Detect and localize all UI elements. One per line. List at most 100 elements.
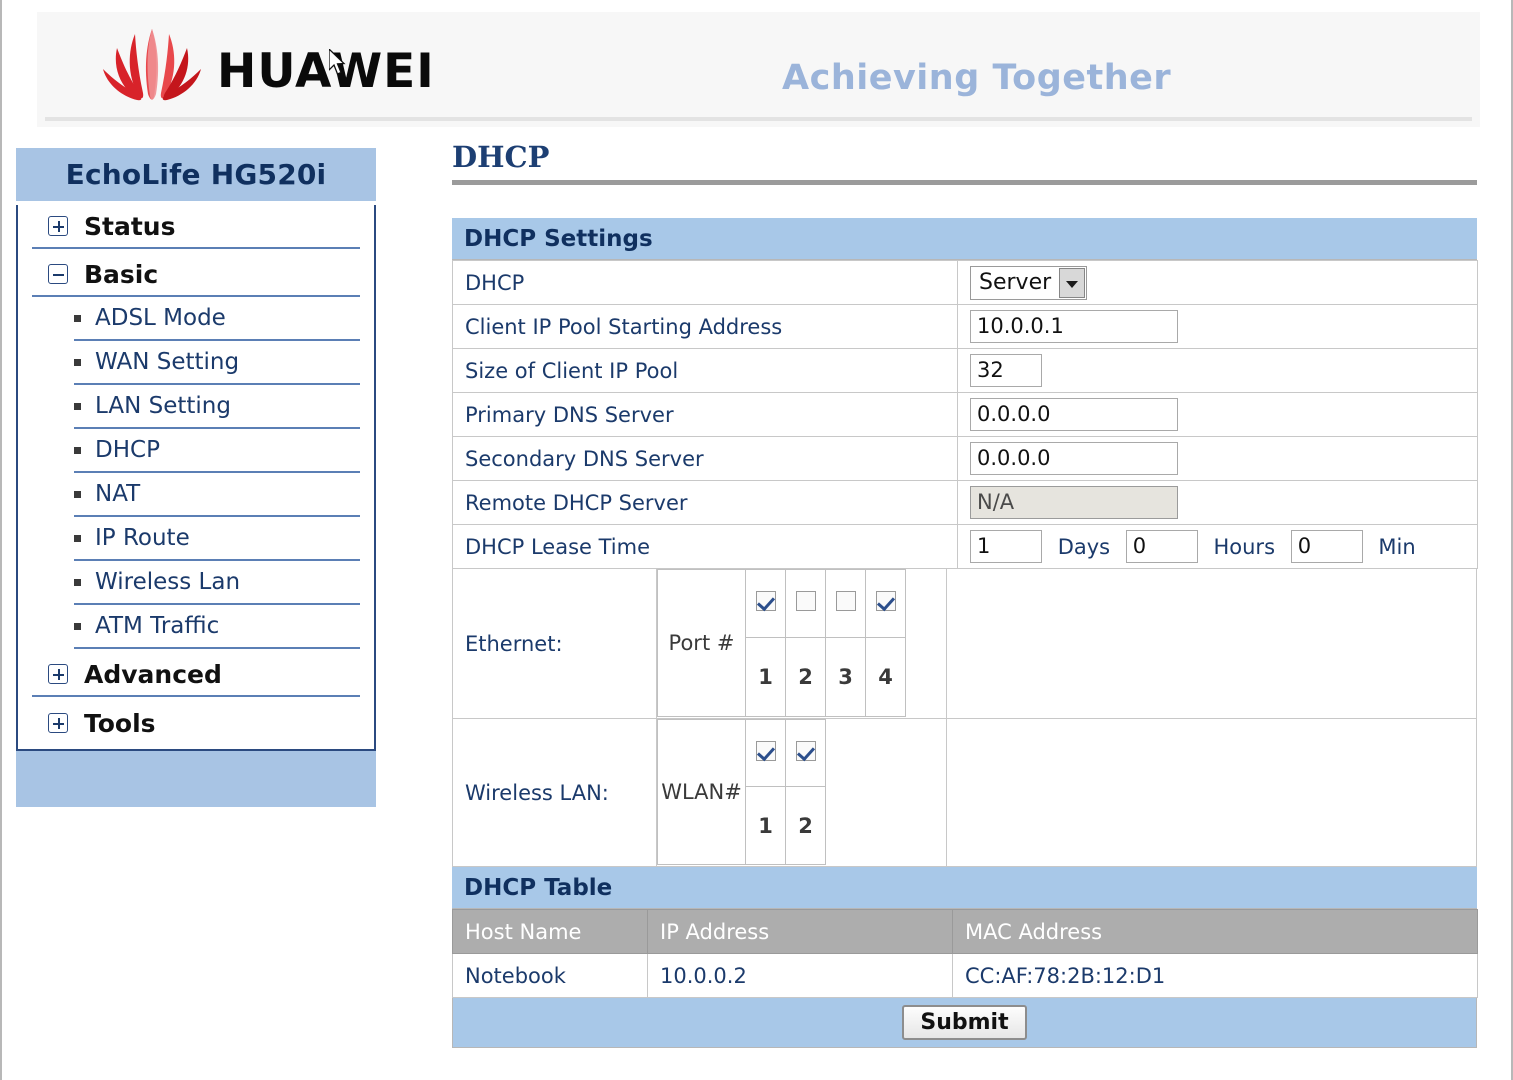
checkbox-icon[interactable] bbox=[795, 591, 816, 611]
ethernet-port-3-cell[interactable] bbox=[825, 569, 866, 638]
sidebar-nav: Status Basic ADSL Mode WAN Setting LAN S… bbox=[16, 205, 376, 751]
bullet-icon bbox=[74, 358, 81, 366]
bullet-icon bbox=[74, 446, 81, 454]
ethernet-port-number: 1 bbox=[745, 637, 786, 717]
bullet-icon bbox=[74, 578, 81, 586]
page-title: DHCP bbox=[452, 140, 550, 174]
bullet-icon bbox=[74, 314, 81, 322]
huawei-flower-icon bbox=[103, 29, 201, 101]
table-row: Size of Client IP Pool 32 bbox=[452, 348, 1478, 393]
sidebar-item-adsl-mode[interactable]: ADSL Mode bbox=[74, 297, 360, 341]
ethernet-port-4-cell[interactable] bbox=[865, 569, 906, 638]
sidebar-item-label: IP Route bbox=[95, 525, 190, 551]
lease-min-input[interactable]: 0 bbox=[1290, 530, 1363, 563]
lease-days-input[interactable]: 1 bbox=[970, 530, 1042, 563]
wlan-1-cell[interactable] bbox=[745, 718, 786, 788]
sidebar-item-label: ADSL Mode bbox=[95, 305, 226, 331]
column-header-ip-address: IP Address bbox=[647, 909, 953, 954]
remote-dhcp-cell: N/A bbox=[957, 480, 1478, 525]
lease-time-label: DHCP Lease Time bbox=[452, 524, 958, 569]
dhcp-table-header: DHCP Table bbox=[452, 867, 1477, 909]
sidebar-group-status[interactable]: Status bbox=[32, 205, 360, 249]
checkbox-icon[interactable] bbox=[755, 591, 776, 611]
sidebar-group-tools[interactable]: Tools bbox=[32, 701, 360, 745]
sidebar-item-label: DHCP bbox=[95, 437, 160, 463]
ethernet-port-number: 2 bbox=[785, 637, 826, 717]
wlan-ports-table: WLAN# 1 2 bbox=[657, 718, 826, 865]
router-admin-page: HUAWEI Achieving Together EchoLife HG520… bbox=[0, 0, 1513, 1080]
brand-banner: HUAWEI Achieving Together bbox=[37, 12, 1480, 127]
lease-hours-unit: Hours bbox=[1213, 534, 1276, 559]
device-model-title: EchoLife HG520i bbox=[16, 148, 376, 201]
pool-start-cell: 10.0.0.1 bbox=[957, 304, 1478, 349]
secondary-dns-input[interactable]: 0.0.0.0 bbox=[970, 442, 1178, 475]
bullet-icon bbox=[74, 490, 81, 498]
checkbox-icon[interactable] bbox=[795, 740, 816, 761]
wlan-port-heading: WLAN# bbox=[657, 719, 746, 865]
remote-dhcp-label: Remote DHCP Server bbox=[452, 480, 958, 525]
sidebar-group-basic[interactable]: Basic bbox=[32, 253, 360, 297]
plus-box-icon[interactable] bbox=[48, 216, 68, 236]
ethernet-port-2-cell[interactable] bbox=[785, 569, 826, 638]
table-row: DHCP Server bbox=[452, 260, 1478, 305]
sidebar-group-advanced[interactable]: Advanced bbox=[32, 653, 360, 697]
ethernet-row: Ethernet: Port # 1 2 3 4 bbox=[452, 569, 1477, 719]
brand-tagline: Achieving Together bbox=[782, 58, 1172, 98]
primary-dns-label: Primary DNS Server bbox=[452, 392, 958, 437]
pool-size-input[interactable]: 32 bbox=[970, 354, 1042, 387]
sidebar-item-label: LAN Setting bbox=[95, 393, 231, 419]
submit-button[interactable]: Submit bbox=[902, 1005, 1027, 1040]
lease-time-cell: 1 Days 0 Hours 0 Min bbox=[957, 524, 1478, 569]
checkbox-icon[interactable] bbox=[875, 591, 896, 611]
wlan-number: 1 bbox=[745, 786, 786, 865]
sidebar-item-ip-route[interactable]: IP Route bbox=[74, 517, 360, 561]
wireless-lan-label: Wireless LAN: bbox=[452, 719, 657, 867]
table-header-row: Host Name IP Address MAC Address bbox=[452, 909, 1478, 954]
wireless-lan-row: Wireless LAN: WLAN# 1 2 bbox=[452, 718, 1477, 867]
secondary-dns-cell: 0.0.0.0 bbox=[957, 436, 1478, 481]
pool-size-label: Size of Client IP Pool bbox=[452, 348, 958, 393]
ethernet-port-matrix: Port # 1 2 3 4 bbox=[657, 569, 947, 719]
primary-dns-input[interactable]: 0.0.0.0 bbox=[970, 398, 1178, 431]
table-row: Port # bbox=[657, 569, 906, 717]
sidebar-group-label: Status bbox=[84, 211, 176, 241]
sidebar-item-nat[interactable]: NAT bbox=[74, 473, 360, 517]
table-row: WLAN# bbox=[657, 718, 826, 865]
table-row: DHCP Lease Time 1 Days 0 Hours 0 Min bbox=[452, 524, 1478, 569]
lease-host-name: Notebook bbox=[452, 953, 648, 998]
sidebar: EchoLife HG520i Status Basic ADSL Mode W… bbox=[16, 148, 376, 807]
bullet-icon bbox=[74, 534, 81, 542]
dhcp-settings-header: DHCP Settings bbox=[452, 218, 1477, 260]
sidebar-item-dhcp[interactable]: DHCP bbox=[74, 429, 360, 473]
checkbox-icon[interactable] bbox=[835, 591, 856, 611]
pool-size-cell: 32 bbox=[957, 348, 1478, 393]
sidebar-item-atm-traffic[interactable]: ATM Traffic bbox=[74, 605, 360, 649]
table-row: Remote DHCP Server N/A bbox=[452, 480, 1478, 525]
lease-hours-input[interactable]: 0 bbox=[1125, 530, 1198, 563]
chevron-down-icon[interactable] bbox=[1059, 267, 1086, 298]
plus-box-icon[interactable] bbox=[48, 664, 68, 684]
banner-divider bbox=[45, 117, 1472, 121]
checkbox-icon[interactable] bbox=[755, 740, 776, 761]
ethernet-port-heading: Port # bbox=[657, 569, 746, 717]
minus-box-icon[interactable] bbox=[48, 264, 68, 284]
ethernet-label: Ethernet: bbox=[452, 569, 657, 719]
wlan-number: 2 bbox=[785, 786, 826, 865]
table-row: Secondary DNS Server 0.0.0.0 bbox=[452, 436, 1478, 481]
ethernet-port-1-cell[interactable] bbox=[745, 569, 786, 638]
dhcp-mode-select[interactable]: Server bbox=[970, 265, 1088, 300]
pool-start-input[interactable]: 10.0.0.1 bbox=[970, 310, 1178, 343]
plus-box-icon[interactable] bbox=[48, 713, 68, 733]
dhcp-settings-panel: DHCP Settings DHCP Server Client IP Pool… bbox=[452, 218, 1478, 1048]
sidebar-item-lan-setting[interactable]: LAN Setting bbox=[74, 385, 360, 429]
column-header-mac-address: MAC Address bbox=[952, 909, 1478, 954]
sidebar-item-wan-setting[interactable]: WAN Setting bbox=[74, 341, 360, 385]
sidebar-group-label: Tools bbox=[84, 708, 156, 738]
submit-bar: Submit bbox=[452, 998, 1477, 1048]
bullet-icon bbox=[74, 622, 81, 630]
sidebar-item-wireless-lan[interactable]: Wireless Lan bbox=[74, 561, 360, 605]
lease-days-unit: Days bbox=[1057, 534, 1111, 559]
dhcp-mode-cell: Server bbox=[957, 260, 1478, 305]
lease-min-unit: Min bbox=[1378, 534, 1416, 559]
wlan-2-cell[interactable] bbox=[785, 718, 826, 788]
